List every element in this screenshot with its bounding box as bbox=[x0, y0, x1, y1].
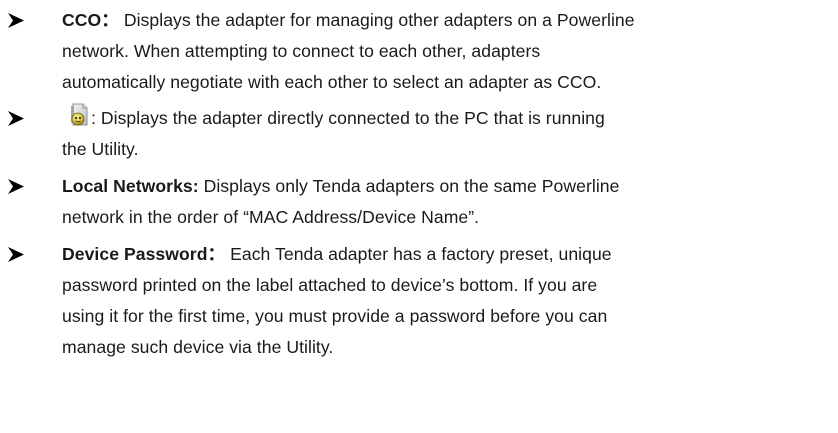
local-adapter-icon bbox=[68, 103, 90, 127]
list-item-text: Device Password： Each Tenda adapter has … bbox=[62, 239, 832, 363]
document-page: CCO： Displays the adapter for managing o… bbox=[0, 0, 838, 433]
description-line: password printed on the label attached t… bbox=[62, 275, 598, 295]
list-item-text: : Displays the adapter directly connecte… bbox=[62, 103, 832, 165]
description-line: manage such device via the Utility. bbox=[62, 337, 334, 357]
arrow-bullet-icon bbox=[8, 103, 24, 134]
description-line: using it for the first time, you must pr… bbox=[62, 306, 608, 326]
term-device-password: Device Password bbox=[62, 244, 208, 264]
term-local-networks: Local Networks: bbox=[62, 176, 199, 196]
description-line: Displays only Tenda adapters on the same… bbox=[198, 176, 620, 196]
term-separator: ： bbox=[101, 10, 119, 30]
list-item-text: CCO： Displays the adapter for managing o… bbox=[62, 5, 832, 98]
arrow-bullet-icon bbox=[8, 171, 24, 202]
description-line: network in the order of “MAC Address/Dev… bbox=[62, 207, 480, 227]
description-line: Each Tenda adapter has a factory preset,… bbox=[225, 244, 612, 264]
description-line: automatically negotiate with each other … bbox=[62, 72, 602, 92]
arrow-bullet-icon bbox=[8, 5, 24, 36]
term-separator: ： bbox=[207, 244, 226, 264]
description-line: the Utility. bbox=[62, 139, 139, 159]
term-cco: CCO bbox=[62, 10, 102, 30]
description-line: Displays the adapter for managing other … bbox=[118, 10, 635, 30]
list-item-text: Local Networks: Displays only Tenda adap… bbox=[62, 171, 832, 233]
description-line: network. When attempting to connect to e… bbox=[62, 41, 541, 61]
description-line: : Displays the adapter directly connecte… bbox=[91, 108, 605, 128]
arrow-bullet-icon bbox=[8, 239, 24, 270]
